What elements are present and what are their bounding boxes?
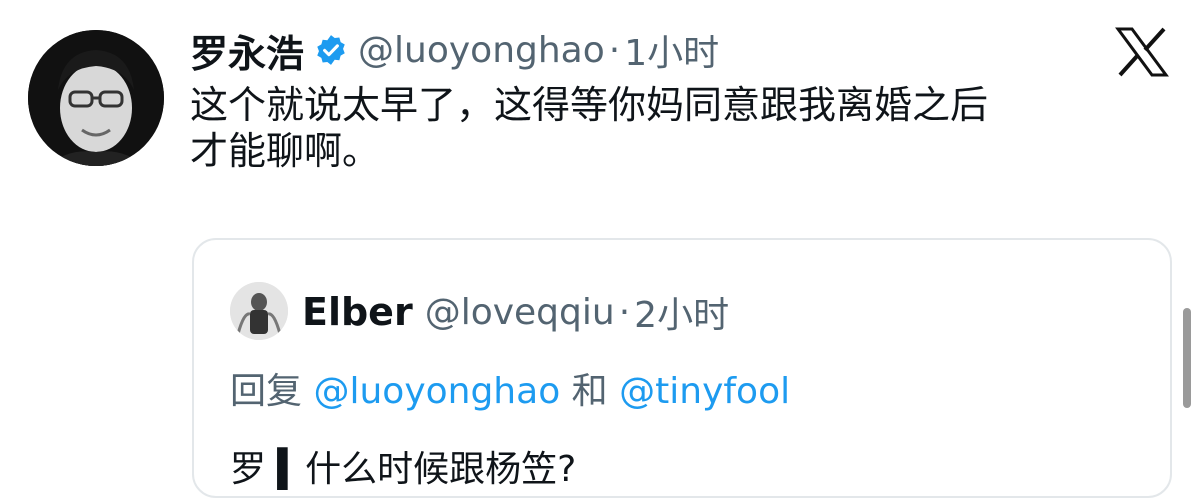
tweet-text-line: 这个就说太早了，这得等你妈同意跟我离婚之后 (190, 83, 989, 127)
tweet-text-line: 才能聊啊。 (190, 129, 381, 173)
quote-handle[interactable]: @loveqqiu (425, 292, 615, 333)
handle[interactable]: @luoyonghao (358, 30, 605, 71)
separator-dot: · (608, 29, 621, 71)
verified-badge-icon (317, 35, 345, 65)
avatar[interactable] (28, 30, 164, 166)
quote-text: 罗 ▍什么时候跟杨笠? (230, 449, 577, 490)
tweet-text: 这个就说太早了，这得等你妈同意跟我离婚之后 才能聊啊。 (190, 82, 1170, 174)
timestamp[interactable]: 1小时 (624, 24, 719, 76)
quote-avatar[interactable] (230, 282, 288, 340)
tweet-header: 罗永浩 @luoyonghao · 1小时 (190, 22, 719, 78)
scrollbar[interactable] (1183, 308, 1191, 408)
mention-link[interactable]: @luoyonghao (313, 371, 560, 412)
x-logo-icon[interactable] (1114, 24, 1170, 80)
quote-timestamp[interactable]: 2小时 (634, 286, 729, 338)
quote-display-name[interactable]: Elber (302, 290, 413, 334)
quote-header: Elber @loveqqiu · 2小时 (302, 284, 729, 340)
quoted-tweet[interactable]: Elber @loveqqiu · 2小时 回复 @luoyonghao 和 @… (192, 238, 1172, 498)
reply-conjunction: 和 (571, 371, 608, 412)
reply-prefix: 回复 (230, 371, 303, 412)
mention-link[interactable]: @tinyfool (619, 371, 790, 412)
reply-line: 回复 @luoyonghao 和 @tinyfool (230, 362, 790, 414)
separator-dot: · (618, 291, 631, 333)
tweet: 罗永浩 @luoyonghao · 1小时 这个就说太早了，这得等你妈同意跟我离… (0, 0, 1200, 498)
display-name[interactable]: 罗永浩 (190, 23, 304, 78)
